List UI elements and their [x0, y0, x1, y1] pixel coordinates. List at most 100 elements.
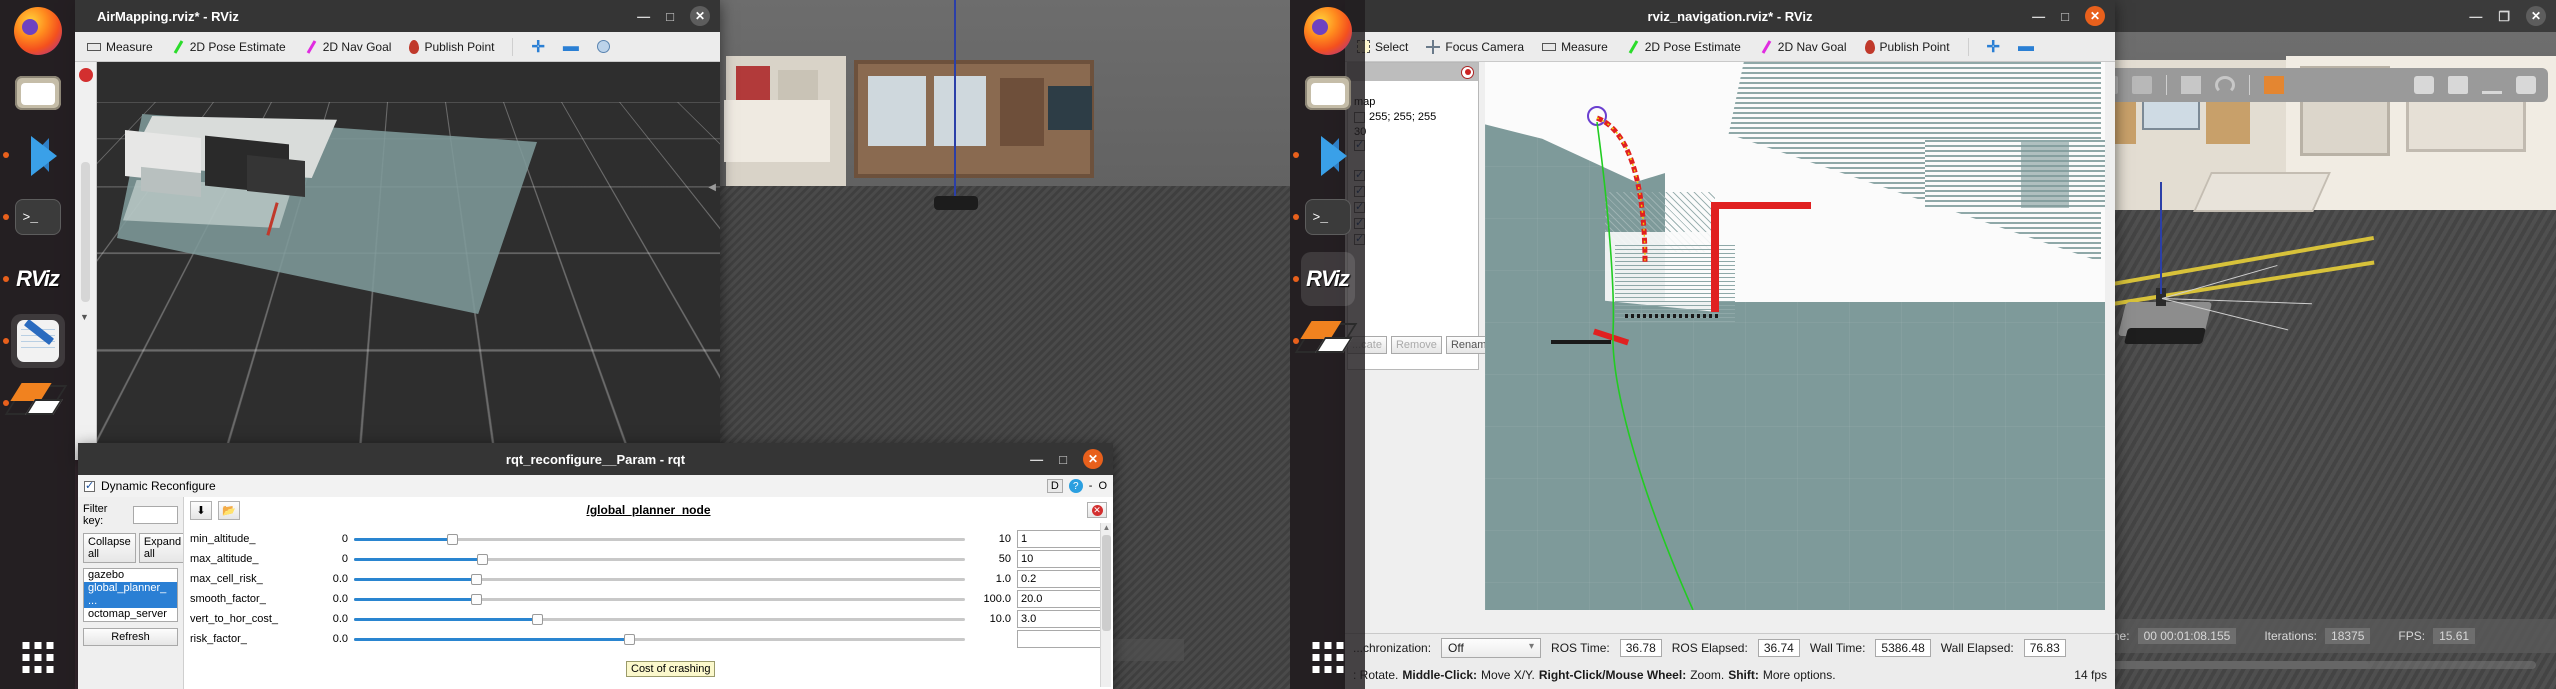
rviz-navigation-window-buttons[interactable]: — □ ✕	[2032, 0, 2105, 32]
ros-time-value[interactable]: 36.78	[1619, 638, 1662, 657]
param-row[interactable]: max_cell_risk_ 0.0 1.0	[184, 569, 1113, 589]
rviz-mapping-window-buttons[interactable]: — □ ✕	[637, 0, 710, 32]
color-value[interactable]: 255; 255; 255	[1369, 110, 1436, 125]
gazebo-maximize-button[interactable]: ❐	[2498, 10, 2510, 23]
gazebo-close-button[interactable]: ✕	[2526, 6, 2546, 26]
show-applications-button[interactable]	[22, 642, 53, 673]
add-tool-icon[interactable]: ✛	[531, 37, 544, 57]
rviz-navigation-properties-panel[interactable]: map 255; 255; 255 30	[1347, 62, 1479, 370]
dock-minimize-button[interactable]: -	[1089, 480, 1093, 492]
rqt-maximize-button[interactable]: □	[1059, 453, 1067, 466]
wall-time-value[interactable]: 5386.48	[1875, 638, 1931, 657]
rviz-mapping-toolbar[interactable]: Measure 2D Pose Estimate 2D Nav Goal Pub…	[75, 32, 720, 62]
node-list-item[interactable]: global_planner_ ...	[84, 582, 177, 608]
cube-icon[interactable]	[2264, 76, 2284, 94]
pose-estimate-tool-button[interactable]: 2D Pose Estimate	[1626, 40, 1741, 54]
scroll-thumb[interactable]	[1102, 535, 1111, 631]
rviz-navigation-toolbar[interactable]: Select Focus Camera Measure 2D Pose Esti…	[1345, 32, 2115, 62]
dock-item-vscode[interactable]	[1292, 128, 1355, 182]
node-list-item[interactable]: octomap_server	[84, 608, 177, 621]
wall-elapsed-value[interactable]: 76.83	[2023, 638, 2066, 657]
panel-scrollbar[interactable]	[81, 162, 90, 302]
snap-icon[interactable]	[2215, 76, 2235, 94]
plugin-checkbox[interactable]	[84, 479, 95, 492]
help-icon[interactable]: ?	[1068, 479, 1083, 493]
close-param-group-button[interactable]: ✕	[1087, 502, 1107, 518]
ros-elapsed-value[interactable]: 36.74	[1757, 638, 1800, 657]
rqt-reconfigure-window[interactable]: rqt_reconfigure__Param - rqt — □ ✕ Dynam…	[78, 443, 1113, 689]
video-icon[interactable]	[2516, 76, 2536, 94]
measure-tool-button[interactable]: Measure	[1542, 40, 1608, 54]
param-slider[interactable]	[354, 534, 965, 545]
fixed-frame-value[interactable]: map	[1354, 95, 1472, 110]
gazebo-toolbar[interactable]	[2086, 68, 2548, 102]
show-applications-button[interactable]	[1312, 642, 1343, 673]
param-value-input[interactable]	[1017, 630, 1107, 648]
align-icon[interactable]	[2181, 76, 2201, 94]
param-slider[interactable]	[354, 614, 965, 625]
rqt-minimize-button[interactable]: —	[1030, 453, 1043, 466]
expand-all-button[interactable]: Expand all	[138, 533, 187, 563]
remove-tool-icon[interactable]: ▬	[563, 38, 579, 56]
param-row[interactable]: max_altitude_ 0 50	[184, 549, 1113, 569]
rviz-mapping-minimize-button[interactable]: —	[637, 10, 650, 23]
mapping-nav-goal-button[interactable]: 2D Nav Goal	[304, 40, 392, 54]
focus-camera-tool-button[interactable]: Focus Camera	[1426, 39, 1524, 54]
dock-item-gazebo[interactable]	[1292, 314, 1357, 368]
publish-point-tool-button[interactable]: Publish Point	[1864, 39, 1950, 54]
param-value-input[interactable]	[1017, 570, 1107, 588]
count-value[interactable]: 30	[1354, 125, 1472, 140]
sync-select[interactable]: Off	[1441, 637, 1542, 658]
mapping-measure-button[interactable]: Measure	[87, 40, 153, 54]
detach-button[interactable]: D	[1046, 479, 1063, 493]
rviz-navigation-close-button[interactable]: ✕	[2085, 6, 2105, 26]
rviz-mapping-titlebar[interactable]: AirMapping.rviz* - RViz — □ ✕	[75, 0, 720, 32]
dock-item-files[interactable]	[1301, 66, 1355, 120]
rviz-mapping-window[interactable]: AirMapping.rviz* - RViz — □ ✕ Measure 2D…	[75, 0, 720, 460]
mapping-publish-point-button[interactable]: Publish Point	[409, 39, 494, 54]
rviz-navigation-map-viewport[interactable]	[1485, 62, 2105, 610]
chevron-left-icon[interactable]: ◀	[708, 182, 716, 193]
param-value-input[interactable]	[1017, 610, 1107, 628]
refresh-button[interactable]: Refresh	[83, 628, 178, 646]
node-list[interactable]: gazebo global_planner_ ... octomap_serve…	[83, 568, 178, 622]
scroll-up-arrow[interactable]: ▲	[1101, 523, 1112, 532]
rviz-mapping-maximize-button[interactable]: □	[666, 10, 674, 23]
panel-status-icon[interactable]	[79, 68, 93, 82]
param-slider[interactable]	[354, 554, 965, 565]
gazebo-titlebar[interactable]: — ❐ ✕	[2086, 0, 2556, 32]
dock-item-files[interactable]	[11, 66, 65, 120]
remove-tool-icon[interactable]: ▬	[2018, 38, 2034, 56]
gazebo-viewport[interactable]: Time: 00 00:01:08.155 Iterations: 18375 …	[2086, 32, 2556, 689]
dock-maximize-button[interactable]: O	[1098, 480, 1107, 492]
param-slider[interactable]	[354, 634, 965, 645]
rqt-close-button[interactable]: ✕	[1083, 449, 1103, 469]
dock-item-vscode[interactable]	[2, 128, 65, 182]
add-tool-icon[interactable]: ✛	[1987, 37, 2000, 57]
param-value-input[interactable]	[1017, 530, 1107, 548]
rviz-mapping-close-button[interactable]: ✕	[690, 6, 710, 26]
chevron-down-icon[interactable]: ▼	[80, 312, 89, 322]
paste-icon[interactable]	[2132, 76, 2152, 94]
param-row[interactable]: smooth_factor_ 0.0 100.0	[184, 589, 1113, 609]
param-row[interactable]: min_altitude_ 0 10	[184, 529, 1113, 549]
ubuntu-dock-second[interactable]: >_ RViz	[1290, 0, 1365, 689]
rqt-titlebar[interactable]: rqt_reconfigure__Param - rqt — □ ✕	[78, 443, 1113, 475]
save-params-icon[interactable]: ⬇	[190, 500, 212, 520]
rviz-mapping-viewport[interactable]: ◀	[97, 62, 720, 460]
gazebo-minimize-button[interactable]: —	[2469, 10, 2482, 23]
param-value-input[interactable]	[1017, 550, 1107, 568]
dock-item-gazebo[interactable]	[2, 376, 67, 430]
params-scrollbar[interactable]: ▲	[1100, 523, 1111, 687]
param-slider[interactable]	[354, 574, 965, 585]
gazebo-window-buttons[interactable]: — ❐ ✕	[2469, 0, 2546, 32]
rviz-navigation-window[interactable]: rviz_navigation.rviz* - RViz — □ ✕ Selec…	[1345, 0, 2115, 689]
log-icon[interactable]	[2448, 76, 2468, 94]
panel-status-icon[interactable]	[1461, 65, 1474, 79]
param-row[interactable]: vert_to_hor_cost_ 0.0 10.0	[184, 609, 1113, 629]
ubuntu-dock-left[interactable]: >_ RViz	[0, 0, 75, 689]
mapping-panel-strip[interactable]: ▼	[75, 62, 97, 460]
dock-item-firefox[interactable]	[1301, 4, 1355, 58]
mapping-pose-estimate-button[interactable]: 2D Pose Estimate	[171, 40, 286, 54]
rviz-navigation-titlebar[interactable]: rviz_navigation.rviz* - RViz — □ ✕	[1345, 0, 2115, 32]
